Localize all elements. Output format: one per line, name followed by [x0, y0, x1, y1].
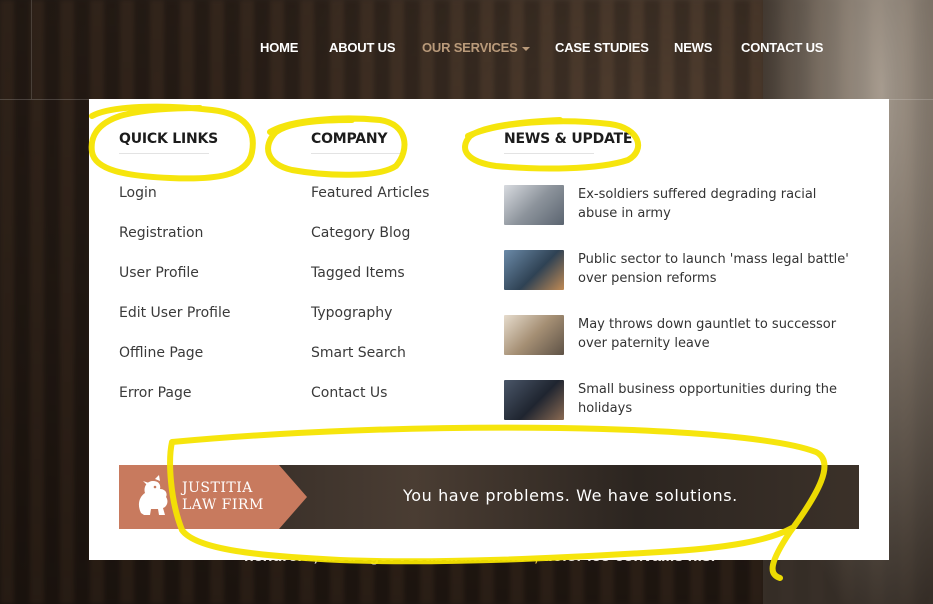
- nav-our-services[interactable]: OUR SERVICES: [422, 40, 530, 55]
- brand-line-1: JUSTITIA: [182, 480, 253, 496]
- link-tagged-items[interactable]: Tagged Items: [311, 265, 429, 305]
- link-edit-user-profile[interactable]: Edit User Profile: [119, 305, 230, 345]
- main-navigation: HOME ABOUT US OUR SERVICES CASE STUDIES …: [0, 40, 933, 58]
- news-thumbnail[interactable]: [504, 185, 564, 225]
- link-user-profile[interactable]: User Profile: [119, 265, 230, 305]
- link-error-page[interactable]: Error Page: [119, 385, 230, 425]
- news-item[interactable]: Small business opportunities during the …: [504, 380, 864, 445]
- news-item[interactable]: Public sector to launch 'mass legal batt…: [504, 250, 864, 315]
- banner-slogan: You have problems. We have solutions.: [403, 486, 738, 505]
- news-item-title[interactable]: Public sector to launch 'mass legal batt…: [578, 250, 853, 315]
- link-category-blog[interactable]: Category Blog: [311, 225, 429, 265]
- nav-our-services-label: OUR SERVICES: [422, 40, 518, 55]
- link-featured-articles[interactable]: Featured Articles: [311, 185, 429, 225]
- link-contact-us[interactable]: Contact Us: [311, 385, 429, 425]
- link-login[interactable]: Login: [119, 185, 230, 225]
- banner-brand: JUSTITIA LAW FIRM: [182, 480, 264, 514]
- brand-line-2: LAW FIRM: [182, 497, 264, 513]
- services-mega-menu: QUICK LINKS Login Registration User Prof…: [89, 99, 889, 560]
- lion-icon: [138, 475, 168, 515]
- banner-logo-panel: JUSTITIA LAW FIRM: [119, 465, 307, 529]
- nav-news[interactable]: NEWS: [674, 40, 712, 55]
- news-item-title[interactable]: Small business opportunities during the …: [578, 380, 853, 445]
- link-registration[interactable]: Registration: [119, 225, 230, 265]
- news-item[interactable]: Ex-soldiers suffered degrading racial ab…: [504, 185, 864, 250]
- link-offline-page[interactable]: Offline Page: [119, 345, 230, 385]
- news-item[interactable]: May throws down gauntlet to successor ov…: [504, 315, 864, 380]
- quick-links-list: Login Registration User Profile Edit Use…: [119, 185, 230, 425]
- news-thumbnail[interactable]: [504, 250, 564, 290]
- law-firm-banner[interactable]: JUSTITIA LAW FIRM You have problems. We …: [119, 465, 859, 529]
- quick-links-title: QUICK LINKS: [119, 131, 218, 154]
- link-typography[interactable]: Typography: [311, 305, 429, 345]
- news-list: Ex-soldiers suffered degrading racial ab…: [504, 185, 864, 445]
- news-item-title[interactable]: Ex-soldiers suffered degrading racial ab…: [578, 185, 853, 250]
- link-smart-search[interactable]: Smart Search: [311, 345, 429, 385]
- nav-about-us[interactable]: ABOUT US: [329, 40, 395, 55]
- company-title: COMPANY: [311, 131, 401, 154]
- company-list: Featured Articles Category Blog Tagged I…: [311, 185, 429, 425]
- news-item-title[interactable]: May throws down gauntlet to successor ov…: [578, 315, 853, 380]
- nav-home[interactable]: HOME: [260, 40, 298, 55]
- nav-contact-us[interactable]: CONTACT US: [741, 40, 823, 55]
- caret-down-icon: [521, 46, 530, 51]
- nav-case-studies[interactable]: CASE STUDIES: [555, 40, 649, 55]
- news-update-title: NEWS & UPDATE: [504, 131, 632, 154]
- news-thumbnail[interactable]: [504, 315, 564, 355]
- news-thumbnail[interactable]: [504, 380, 564, 420]
